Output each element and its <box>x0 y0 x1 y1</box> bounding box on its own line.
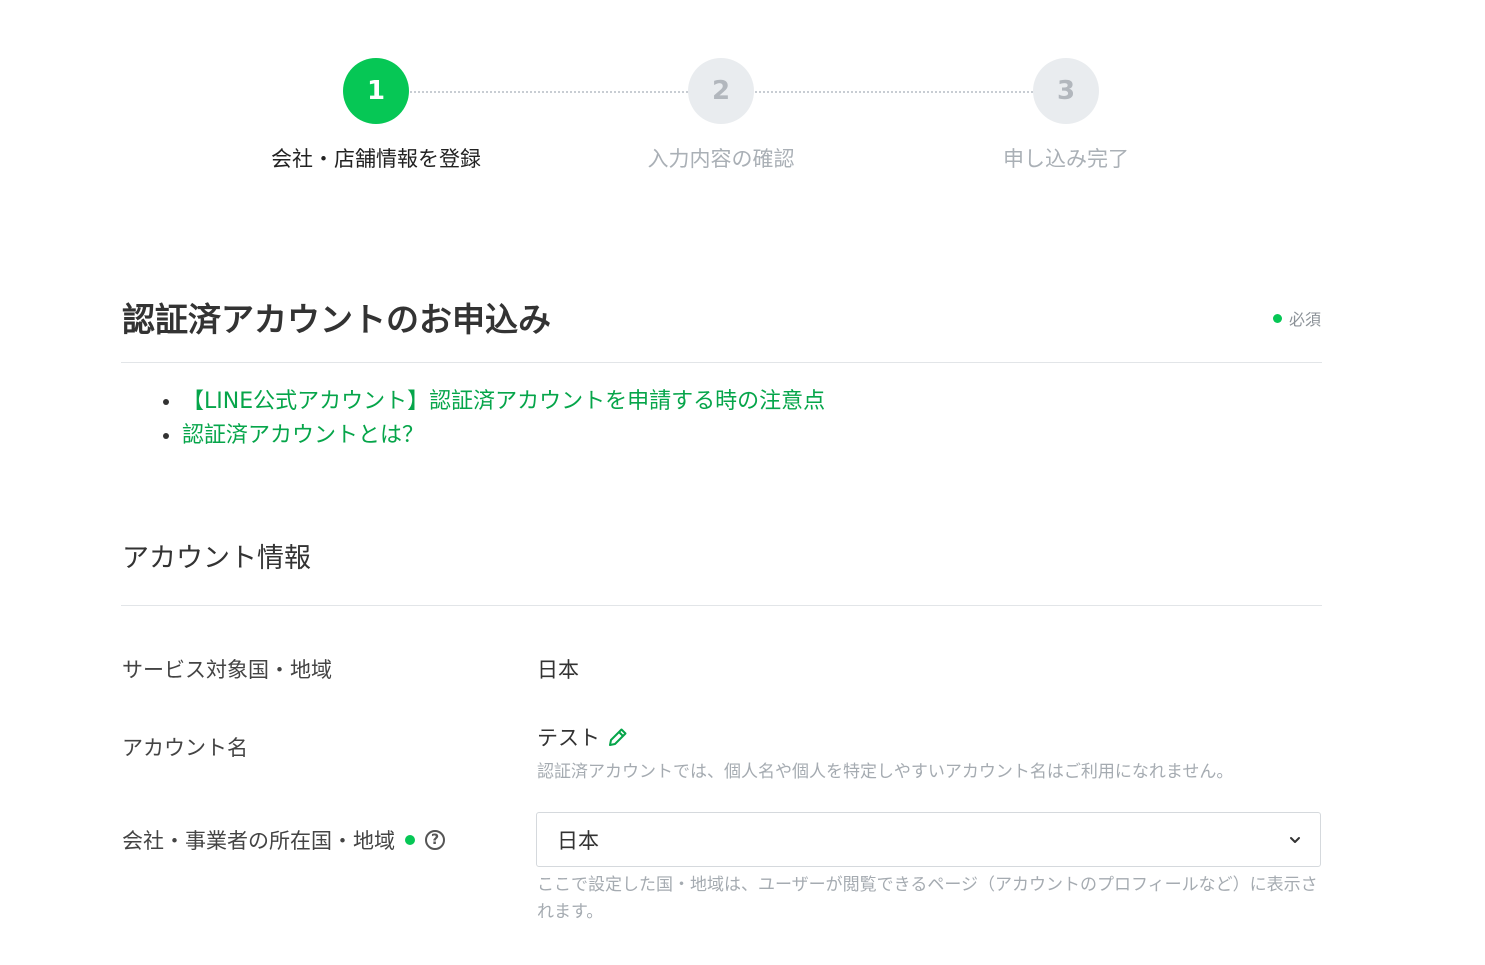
step-2-label: 入力内容の確認 <box>647 147 795 171</box>
required-dot-icon <box>405 835 415 845</box>
account-name-value-text: テスト <box>537 726 600 750</box>
company-location-hint: ここで設定した国・地域は、ユーザーが閲覧できるページ（アカウントのプロフィールな… <box>537 875 1318 922</box>
pencil-icon[interactable] <box>606 725 630 749</box>
required-legend: 必須 <box>1272 306 1321 330</box>
service-region-value: 日本 <box>537 654 579 684</box>
service-region-value-text: 日本 <box>537 658 579 682</box>
title-divider <box>121 362 1322 363</box>
what-is-verified-link[interactable]: 認証済アカウントとは？ <box>182 423 424 448</box>
help-links: 【LINE公式アカウント】認証済アカウントを申請する時の注意点 認証済アカウント… <box>160 385 825 453</box>
account-name-value: テスト <box>537 722 630 752</box>
step-1-label: 会社・店舗情報を登録 <box>271 147 481 171</box>
step-1-circle: 1 <box>343 58 409 124</box>
step-connector-1 <box>410 91 688 93</box>
service-region-label: サービス対象国・地域 <box>122 654 332 684</box>
required-dot-icon <box>1272 313 1282 323</box>
account-name-label: アカウント名 <box>122 732 248 762</box>
page-title: 認証済アカウントのお申込み <box>122 300 551 339</box>
step-2-circle: 2 <box>688 58 754 124</box>
section-title: アカウント情報 <box>122 543 311 574</box>
company-location-select[interactable]: 日本 <box>536 812 1321 867</box>
step-3-circle: 3 <box>1033 58 1099 124</box>
account-name-label-text: アカウント名 <box>122 736 248 760</box>
list-item: 【LINE公式アカウント】認証済アカウントを申請する時の注意点 <box>182 385 825 419</box>
account-name-hint: 認証済アカウントでは、個人名や個人を特定しやすいアカウント名はご利用になれません… <box>537 762 1234 782</box>
list-item: 認証済アカウントとは？ <box>182 419 825 453</box>
section-divider <box>121 605 1322 606</box>
service-region-label-text: サービス対象国・地域 <box>122 658 332 682</box>
company-location-selected: 日本 <box>557 828 599 853</box>
step-connector-2 <box>755 91 1033 93</box>
company-location-label: 会社・事業者の所在国・地域 ? <box>122 825 445 855</box>
application-page: 1 2 3 会社・店舗情報を登録 入力内容の確認 申し込み完了 認証済アカウント… <box>0 0 1485 965</box>
company-location-label-text: 会社・事業者の所在国・地域 <box>122 829 395 853</box>
progress-stepper: 1 2 3 会社・店舗情報を登録 入力内容の確認 申し込み完了 <box>0 0 1485 200</box>
notes-link[interactable]: 【LINE公式アカウント】認証済アカウントを申請する時の注意点 <box>182 389 825 414</box>
question-circle-icon[interactable]: ? <box>425 830 445 850</box>
chevron-down-icon <box>1288 833 1302 847</box>
step-3-label: 申し込み完了 <box>1003 147 1129 171</box>
required-legend-text: 必須 <box>1288 310 1321 329</box>
